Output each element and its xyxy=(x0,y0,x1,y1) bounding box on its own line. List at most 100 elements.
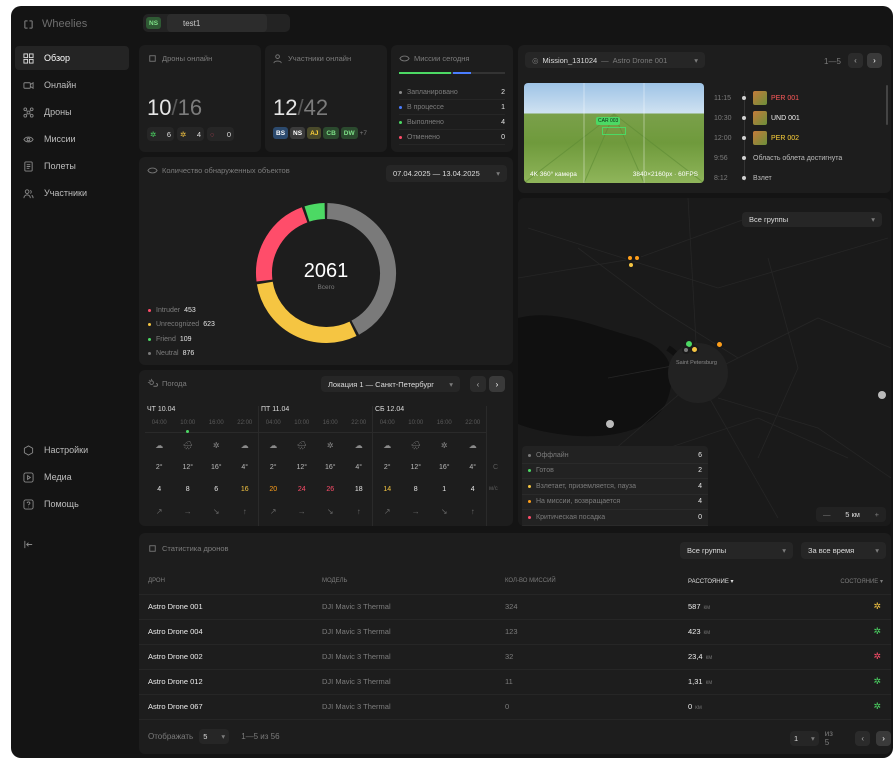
weather-prev-button[interactable]: ‹ xyxy=(470,376,486,392)
weather-hour: 10:00 xyxy=(180,420,196,426)
legend-item: Neutral 876 xyxy=(148,347,215,362)
chevron-down-icon: ▾ xyxy=(871,215,875,224)
map-group-select[interactable]: Все группы ▾ xyxy=(742,212,882,227)
legend-label: Оффлайн xyxy=(536,451,569,459)
sidebar-item-flights[interactable]: Полеты xyxy=(15,154,129,178)
prev-page-button[interactable]: ‹ xyxy=(855,730,871,746)
legend-dot xyxy=(528,484,531,488)
map-marker[interactable] xyxy=(682,346,690,354)
collapse-sidebar-button[interactable] xyxy=(15,532,45,556)
weather-temp: 16° xyxy=(324,464,336,471)
avatar: BS xyxy=(273,127,289,139)
cell-model: DJI Mavic 3 Thermal xyxy=(322,594,505,620)
cell-drone: Astro Drone 004 xyxy=(139,619,322,645)
wind-direction-icon: ↑ xyxy=(356,507,361,516)
map-scale: 5 км xyxy=(845,510,860,519)
weather-hour: 04:00 xyxy=(265,420,281,426)
event-time: 9:56 xyxy=(714,154,728,162)
sidebar-item-label: Дроны xyxy=(44,107,72,117)
location-select[interactable]: Локация 1 — Санкт-Петербург ▾ xyxy=(321,376,460,392)
zoom-out-button[interactable]: — xyxy=(823,510,831,519)
sidebar-item-missions[interactable]: Миссии xyxy=(15,127,129,151)
mission-status-row: Выполнено 4 xyxy=(399,115,505,130)
sidebar-item-help[interactable]: Помощь xyxy=(15,492,129,516)
wind-direction-icon: ↗ xyxy=(155,507,163,516)
wind-direction-icon: → xyxy=(183,507,192,516)
mission-event[interactable]: 10:30 UND 001 xyxy=(714,108,884,128)
weather-temp: 16° xyxy=(210,464,222,471)
table-row[interactable]: Astro Drone 004 DJI Mavic 3 Thermal 123 423… xyxy=(139,619,891,645)
table-row[interactable]: Astro Drone 067 DJI Mavic 3 Thermal 0 0 км ✲ xyxy=(139,694,891,720)
map-marker[interactable] xyxy=(606,420,614,428)
rows-per-page-select[interactable]: 5 ▾ xyxy=(199,729,230,744)
column-header-status[interactable]: СОСТОЯНИЕ ▾ xyxy=(808,569,891,595)
date-range-select[interactable]: 07.04.2025 — 13.04.2025 ▾ xyxy=(386,165,507,182)
next-page-button[interactable]: › xyxy=(876,730,891,746)
page-select[interactable]: 1 ▾ xyxy=(790,730,819,746)
mission-event[interactable]: 12:00 PER 002 xyxy=(714,128,884,148)
sidebar-item-settings[interactable]: Настройки xyxy=(15,438,129,462)
map-marker[interactable] xyxy=(715,340,724,349)
help-icon xyxy=(23,498,34,510)
users-icon xyxy=(273,53,284,64)
map-marker[interactable] xyxy=(633,254,641,262)
member-avatars[interactable]: BS NS AJ CB DW +7 xyxy=(273,127,367,139)
weather-condition-icon: 🌧︎ xyxy=(410,441,421,450)
table-row[interactable]: Astro Drone 002 DJI Mavic 3 Thermal 32 23,4… xyxy=(139,644,891,670)
events-scrollbar[interactable] xyxy=(886,85,888,125)
map-legend-item: Оффлайн 6 xyxy=(522,448,708,464)
sidebar-item-online[interactable]: Онлайн xyxy=(15,73,129,97)
resolution-label: 3840×2160px · 60FPS xyxy=(632,171,698,178)
event-label: PER 002 xyxy=(771,134,800,142)
chevron-down-icon: ▾ xyxy=(782,546,786,555)
stats-group-select[interactable]: Все группы ▾ xyxy=(680,542,793,559)
workspace-switcher[interactable]: NS test1 xyxy=(143,14,290,32)
sidebar-item-drones[interactable]: Дроны xyxy=(15,100,129,124)
weather-temp: 2° xyxy=(383,464,391,471)
stats-period-select[interactable]: За все время ▾ xyxy=(801,542,886,559)
legend-value: 876 xyxy=(182,350,195,358)
target-box[interactable] xyxy=(602,127,626,135)
event-label: Взлет xyxy=(753,174,772,182)
sidebar-item-media[interactable]: Медиа xyxy=(15,465,129,489)
eye-icon xyxy=(399,53,410,64)
avatar: AJ xyxy=(307,127,322,139)
mission-select[interactable]: ◎ Mission_131024— Astro Drone 001 ▾ xyxy=(525,52,705,68)
users-icon xyxy=(23,188,34,199)
weather-next-button[interactable]: › xyxy=(489,376,505,392)
rows-per-page-label: Отображать xyxy=(148,732,194,741)
map-marker[interactable] xyxy=(627,261,635,269)
weather-hour: 22:00 xyxy=(465,420,481,426)
column-header-model[interactable]: МОДЕЛЬ xyxy=(322,569,505,595)
mission-event[interactable]: 11:15 PER 001 xyxy=(714,88,884,108)
table-row[interactable]: Astro Drone 001 DJI Mavic 3 Thermal 324 587… xyxy=(139,594,891,620)
mission-video-feed[interactable]: CAR 003 4K 360° камера 3840×2160px · 60F… xyxy=(524,83,704,183)
zoom-in-button[interactable]: + xyxy=(875,510,879,519)
prev-mission-button[interactable]: ‹ xyxy=(848,53,863,68)
sidebar-item-overview[interactable]: Обзор xyxy=(15,46,129,70)
pagination: 1 ▾ из 5 ‹ › xyxy=(790,729,891,747)
chevron-right-icon: › xyxy=(873,56,876,65)
sidebar-item-members[interactable]: Участники xyxy=(15,181,129,205)
map-marker[interactable] xyxy=(878,391,886,399)
weather-hour: 16:00 xyxy=(436,420,452,426)
map-marker[interactable] xyxy=(690,345,699,354)
mission-event[interactable]: 9:56 Область облета достигнута xyxy=(714,148,884,168)
cell-drone: Astro Drone 067 xyxy=(139,694,322,720)
map-legend-item: Взлетает, приземляется, пауза 4 xyxy=(522,479,708,495)
column-header-distance[interactable]: РАССТОЯНИЕ ▾ xyxy=(688,569,808,595)
column-header-drone[interactable]: ДРОН xyxy=(139,569,322,595)
timeline-dot xyxy=(742,156,746,160)
status-dot xyxy=(399,120,402,124)
legend-item: Intruder 453 xyxy=(148,303,215,318)
status-label: Выполнено xyxy=(407,118,444,126)
status-count: 2 xyxy=(501,88,505,96)
table-row[interactable]: Astro Drone 012 DJI Mavic 3 Thermal 11 1,31… xyxy=(139,669,891,695)
column-header-missions[interactable]: КОЛ-ВО МИССИЙ xyxy=(505,569,688,595)
chevron-down-icon: ▾ xyxy=(496,169,500,178)
app-logo[interactable]: Wheelies xyxy=(23,16,87,32)
next-mission-button[interactable]: › xyxy=(867,53,882,68)
donut-slice-friend[interactable] xyxy=(304,203,326,222)
legend-dot xyxy=(528,469,531,473)
mission-event[interactable]: 8:12 Взлет xyxy=(714,168,884,188)
